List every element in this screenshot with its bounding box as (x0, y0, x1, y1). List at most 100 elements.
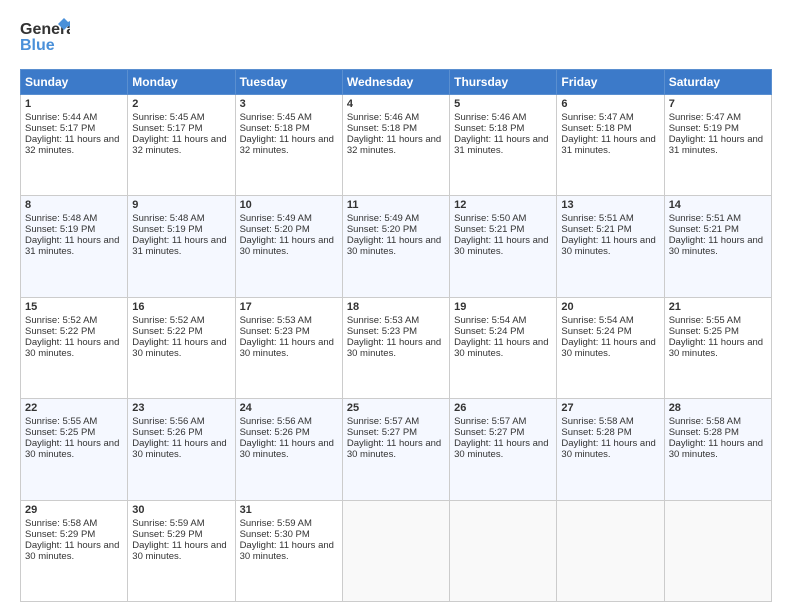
col-saturday: Saturday (664, 70, 771, 95)
day-number: 30 (132, 504, 230, 516)
header: General Blue (20, 16, 772, 61)
sunrise-text: Sunrise: 5:46 AM (347, 112, 419, 123)
daylight-text: Daylight: 11 hours and 31 minutes. (454, 134, 548, 156)
calendar-cell: 29Sunrise: 5:58 AMSunset: 5:29 PMDayligh… (21, 500, 128, 601)
sunset-text: Sunset: 5:19 PM (669, 123, 739, 134)
sunset-text: Sunset: 5:23 PM (347, 326, 417, 337)
calendar-cell: 13Sunrise: 5:51 AMSunset: 5:21 PMDayligh… (557, 196, 664, 297)
sunset-text: Sunset: 5:23 PM (240, 326, 310, 337)
daylight-text: Daylight: 11 hours and 30 minutes. (240, 235, 334, 257)
calendar-cell: 17Sunrise: 5:53 AMSunset: 5:23 PMDayligh… (235, 297, 342, 398)
calendar-cell: 23Sunrise: 5:56 AMSunset: 5:26 PMDayligh… (128, 399, 235, 500)
day-number: 24 (240, 402, 338, 414)
sunset-text: Sunset: 5:26 PM (240, 427, 310, 438)
day-number: 9 (132, 199, 230, 211)
sunrise-text: Sunrise: 5:46 AM (454, 112, 526, 123)
calendar-cell: 15 Sunrise: 5:52 AMSunset: 5:22 PMDayligh… (21, 297, 128, 398)
calendar-cell: 11Sunrise: 5:49 AMSunset: 5:20 PMDayligh… (342, 196, 449, 297)
daylight-text: Daylight: 11 hours and 30 minutes. (132, 337, 226, 359)
daylight-text: Daylight: 11 hours and 30 minutes. (132, 540, 226, 562)
sunset-text: Sunset: 5:22 PM (132, 326, 202, 337)
col-tuesday: Tuesday (235, 70, 342, 95)
sunset-text: Sunset: 5:26 PM (132, 427, 202, 438)
day-number: 27 (561, 402, 659, 414)
day-number: 10 (240, 199, 338, 211)
sunset-text: Sunset: 5:29 PM (25, 529, 95, 540)
sunrise-text: Sunrise: 5:57 AM (347, 416, 419, 427)
daylight-text: Daylight: 11 hours and 30 minutes. (669, 438, 763, 460)
calendar-cell: 14Sunrise: 5:51 AMSunset: 5:21 PMDayligh… (664, 196, 771, 297)
sunset-text: Sunset: 5:22 PM (25, 326, 95, 337)
sunset-text: Sunset: 5:27 PM (454, 427, 524, 438)
calendar-week-row: 1Sunrise: 5:44 AMSunset: 5:17 PMDaylight… (21, 95, 772, 196)
daylight-text: Daylight: 11 hours and 30 minutes. (454, 337, 548, 359)
sunrise-text: Sunrise: 5:59 AM (240, 518, 312, 529)
daylight-text: Daylight: 11 hours and 32 minutes. (240, 134, 334, 156)
calendar-cell: 6Sunrise: 5:47 AMSunset: 5:18 PMDaylight… (557, 95, 664, 196)
sunrise-text: Sunrise: 5:49 AM (347, 213, 419, 224)
sunrise-text: Sunrise: 5:53 AM (240, 315, 312, 326)
day-number: 18 (347, 301, 445, 313)
day-number: 12 (454, 199, 552, 211)
calendar-cell: 9Sunrise: 5:48 AMSunset: 5:19 PMDaylight… (128, 196, 235, 297)
col-thursday: Thursday (450, 70, 557, 95)
day-number: 21 (669, 301, 767, 313)
sunset-text: Sunset: 5:30 PM (240, 529, 310, 540)
daylight-text: Daylight: 11 hours and 30 minutes. (25, 438, 119, 460)
calendar-cell: 7Sunrise: 5:47 AMSunset: 5:19 PMDaylight… (664, 95, 771, 196)
sunrise-text: Sunrise: 5:47 AM (561, 112, 633, 123)
calendar-table: Sunday Monday Tuesday Wednesday Thursday… (20, 69, 772, 602)
calendar-cell: 27Sunrise: 5:58 AMSunset: 5:28 PMDayligh… (557, 399, 664, 500)
calendar-cell (342, 500, 449, 601)
sunrise-text: Sunrise: 5:52 AM (25, 315, 97, 326)
daylight-text: Daylight: 11 hours and 30 minutes. (347, 438, 441, 460)
logo: General Blue (20, 16, 74, 61)
day-number: 28 (669, 402, 767, 414)
daylight-text: Daylight: 11 hours and 30 minutes. (25, 337, 119, 359)
calendar-cell: 5Sunrise: 5:46 AMSunset: 5:18 PMDaylight… (450, 95, 557, 196)
sunset-text: Sunset: 5:20 PM (240, 224, 310, 235)
sunrise-text: Sunrise: 5:48 AM (25, 213, 97, 224)
sunrise-text: Sunrise: 5:49 AM (240, 213, 312, 224)
sunset-text: Sunset: 5:18 PM (347, 123, 417, 134)
sunset-text: Sunset: 5:19 PM (132, 224, 202, 235)
calendar-cell: 22Sunrise: 5:55 AMSunset: 5:25 PMDayligh… (21, 399, 128, 500)
day-number: 23 (132, 402, 230, 414)
sunset-text: Sunset: 5:21 PM (561, 224, 631, 235)
daylight-text: Daylight: 11 hours and 30 minutes. (669, 337, 763, 359)
daylight-text: Daylight: 11 hours and 30 minutes. (669, 235, 763, 257)
daylight-text: Daylight: 11 hours and 30 minutes. (240, 540, 334, 562)
day-number: 11 (347, 199, 445, 211)
day-number: 15 (25, 301, 123, 313)
daylight-text: Daylight: 11 hours and 32 minutes. (347, 134, 441, 156)
calendar-week-row: 15Sunrise: 5:52 AMSunset: 5:22 PMDayligh… (21, 297, 772, 398)
daylight-text: Daylight: 11 hours and 30 minutes. (240, 337, 334, 359)
sunset-text: Sunset: 5:24 PM (561, 326, 631, 337)
day-number: 5 (454, 98, 552, 110)
daylight-text: Daylight: 11 hours and 30 minutes. (561, 337, 655, 359)
sunrise-text: Sunrise: 5:58 AM (669, 416, 741, 427)
sunrise-text: Sunrise: 5:54 AM (561, 315, 633, 326)
sunrise-text: Sunrise: 5:53 AM (347, 315, 419, 326)
calendar-cell (450, 500, 557, 601)
sunset-text: Sunset: 5:18 PM (561, 123, 631, 134)
calendar-week-row: 8Sunrise: 5:48 AMSunset: 5:19 PMDaylight… (21, 196, 772, 297)
daylight-text: Daylight: 11 hours and 30 minutes. (132, 438, 226, 460)
daylight-text: Daylight: 11 hours and 30 minutes. (347, 235, 441, 257)
sunrise-text: Sunrise: 5:45 AM (132, 112, 204, 123)
sunset-text: Sunset: 5:27 PM (347, 427, 417, 438)
calendar-week-row: 22Sunrise: 5:55 AMSunset: 5:25 PMDayligh… (21, 399, 772, 500)
sunset-text: Sunset: 5:18 PM (240, 123, 310, 134)
sunset-text: Sunset: 5:29 PM (132, 529, 202, 540)
daylight-text: Daylight: 11 hours and 30 minutes. (454, 438, 548, 460)
logo-icon: General Blue (20, 16, 70, 61)
page: General Blue Sunday Monday Tuesday Wedne… (0, 0, 792, 612)
sunrise-text: Sunrise: 5:58 AM (561, 416, 633, 427)
daylight-text: Daylight: 11 hours and 30 minutes. (347, 337, 441, 359)
daylight-text: Daylight: 11 hours and 31 minutes. (669, 134, 763, 156)
daylight-text: Daylight: 11 hours and 31 minutes. (25, 235, 119, 257)
day-number: 7 (669, 98, 767, 110)
sunset-text: Sunset: 5:25 PM (669, 326, 739, 337)
daylight-text: Daylight: 11 hours and 31 minutes. (561, 134, 655, 156)
day-number: 4 (347, 98, 445, 110)
